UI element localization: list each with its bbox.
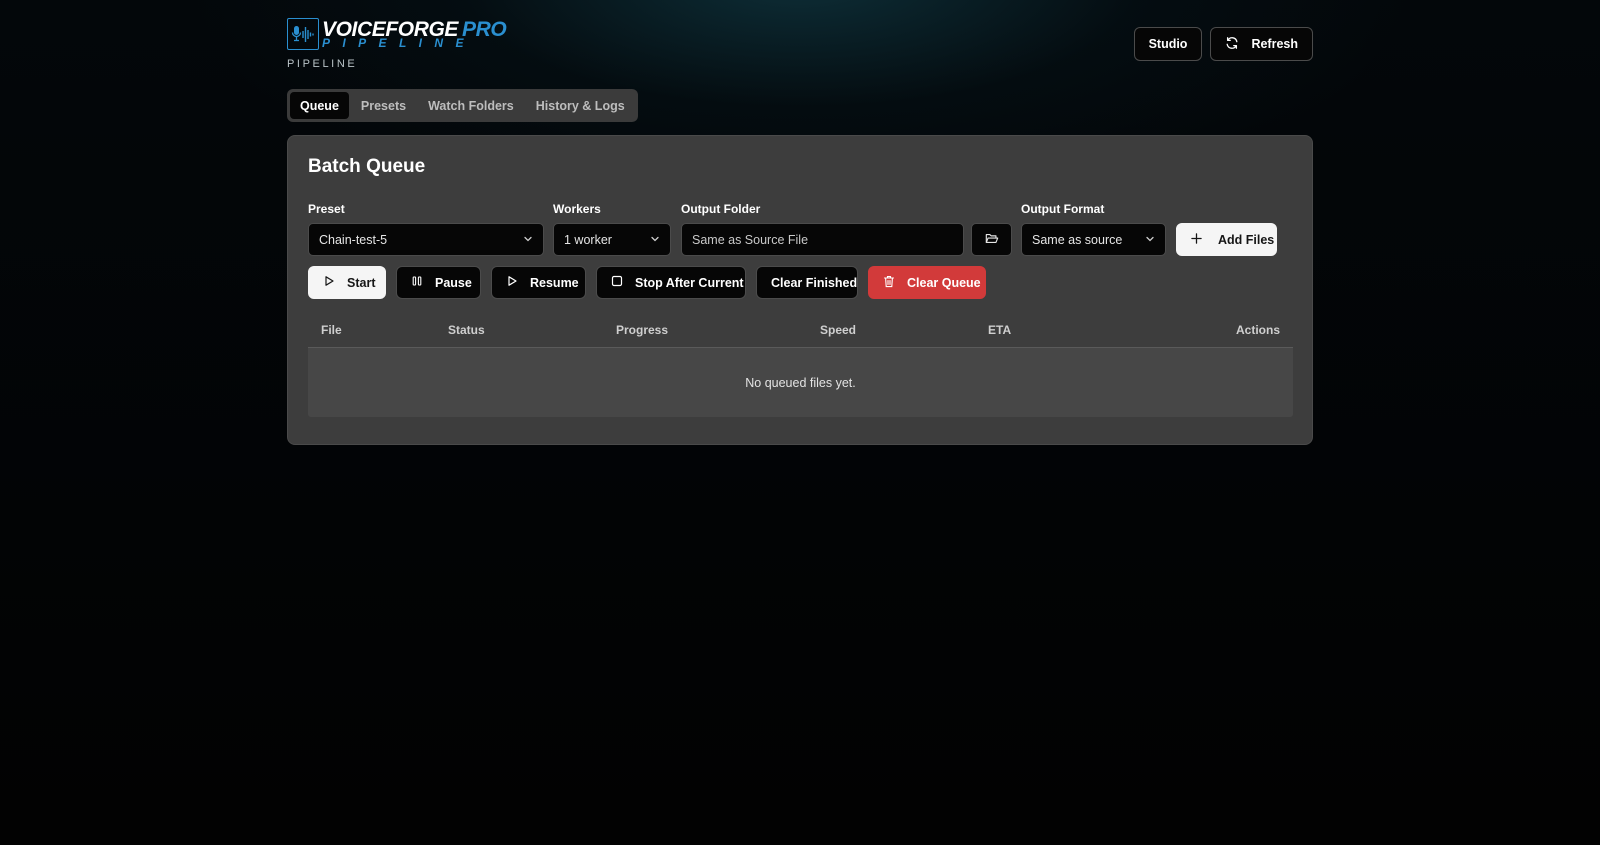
queue-table-header: File Status Progress Speed ETA Actions — [308, 311, 1293, 348]
output-format-label: Output Format — [1021, 202, 1105, 216]
studio-button-label: Studio — [1148, 37, 1188, 51]
column-file[interactable]: File — [321, 323, 342, 337]
browse-folder-button[interactable] — [971, 223, 1012, 256]
output-format-value: Same as source — [1032, 232, 1123, 247]
add-files-button[interactable]: Add Files — [1176, 223, 1277, 256]
logo[interactable]: VOICEFORGE PRO PIPELINE — [287, 18, 507, 50]
trash-icon — [883, 275, 895, 291]
logo-wordmark: VOICEFORGE PRO PIPELINE — [322, 19, 507, 49]
start-button[interactable]: Start — [308, 266, 386, 299]
clear-finished-label: Clear Finished — [771, 275, 858, 290]
panel-title: Batch Queue — [308, 156, 426, 177]
chevron-down-icon — [1145, 233, 1155, 247]
queue-empty-state: No queued files yet. — [308, 348, 1293, 417]
start-label: Start — [347, 275, 376, 290]
tab-watch-folders[interactable]: Watch Folders — [418, 92, 524, 119]
output-folder-placeholder: Same as Source File — [692, 232, 809, 247]
stop-after-current-label: Stop After Current — [635, 275, 744, 290]
brand: VOICEFORGE PRO PIPELINE PIPELINE — [287, 18, 507, 70]
pause-label: Pause — [435, 275, 472, 290]
column-speed[interactable]: Speed — [820, 323, 856, 337]
refresh-button-label: Refresh — [1251, 37, 1298, 51]
queue-controls: Start Pause Resume Stop After Current Cl… — [308, 266, 986, 299]
stop-square-icon — [611, 275, 623, 290]
output-folder-label: Output Folder — [681, 202, 761, 216]
brand-caption: PIPELINE — [287, 58, 358, 70]
pause-button[interactable]: Pause — [396, 266, 481, 299]
resume-button[interactable]: Resume — [491, 266, 586, 299]
clear-finished-button[interactable]: Clear Finished — [756, 266, 858, 299]
tab-presets[interactable]: Presets — [351, 92, 416, 119]
plus-icon — [1191, 232, 1202, 247]
workers-select-value: 1 worker — [564, 232, 612, 247]
chevron-down-icon — [650, 233, 660, 247]
clear-queue-label: Clear Queue — [907, 275, 981, 290]
refresh-icon — [1225, 36, 1239, 53]
column-eta[interactable]: ETA — [988, 323, 1011, 337]
play-icon — [323, 275, 335, 290]
refresh-button[interactable]: Refresh — [1210, 27, 1313, 61]
stop-after-current-button[interactable]: Stop After Current — [596, 266, 746, 299]
header-actions: Studio Refresh — [1133, 27, 1313, 61]
workers-label: Workers — [553, 202, 601, 216]
output-folder-input[interactable]: Same as Source File — [681, 223, 964, 256]
preset-select-value: Chain-test-5 — [319, 232, 388, 247]
output-format-select[interactable]: Same as source — [1021, 223, 1166, 256]
tab-history-logs[interactable]: History & Logs — [526, 92, 635, 119]
column-status[interactable]: Status — [448, 323, 485, 337]
preset-label: Preset — [308, 202, 345, 216]
microphone-waveform-icon — [287, 18, 319, 50]
empty-message: No queued files yet. — [745, 375, 856, 390]
folder-open-icon — [985, 232, 999, 248]
add-files-label: Add Files — [1218, 232, 1275, 247]
chevron-down-icon — [523, 233, 533, 247]
tab-bar: Queue Presets Watch Folders History & Lo… — [287, 89, 638, 122]
resume-label: Resume — [530, 275, 579, 290]
batch-queue-panel: Batch Queue Preset Workers Output Folder… — [287, 135, 1313, 445]
column-actions: Actions — [1235, 323, 1280, 337]
play-icon — [506, 275, 518, 290]
tab-queue[interactable]: Queue — [290, 92, 349, 119]
column-progress[interactable]: Progress — [616, 323, 668, 337]
workers-select[interactable]: 1 worker — [553, 223, 671, 256]
clear-queue-button[interactable]: Clear Queue — [868, 266, 986, 299]
preset-select[interactable]: Chain-test-5 — [308, 223, 544, 256]
pause-icon — [411, 275, 423, 290]
studio-button[interactable]: Studio — [1133, 27, 1203, 61]
